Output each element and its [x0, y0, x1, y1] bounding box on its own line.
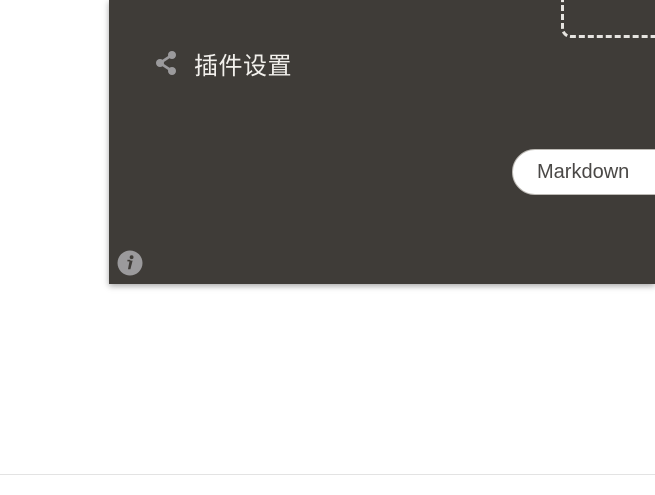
drop-zone[interactable] [561, 0, 655, 38]
bottom-divider [0, 474, 655, 475]
dark-panel: 插件设置 Markdown [109, 0, 655, 284]
page: 插件设置 Markdown [0, 0, 655, 495]
markdown-button[interactable]: Markdown [512, 149, 655, 195]
share-icon [152, 49, 180, 77]
markdown-button-label: Markdown [537, 160, 630, 183]
info-icon[interactable] [117, 250, 143, 276]
plugin-settings-label: 插件设置 [194, 51, 292, 80]
plugin-settings-link[interactable]: 插件设置 [152, 44, 292, 82]
